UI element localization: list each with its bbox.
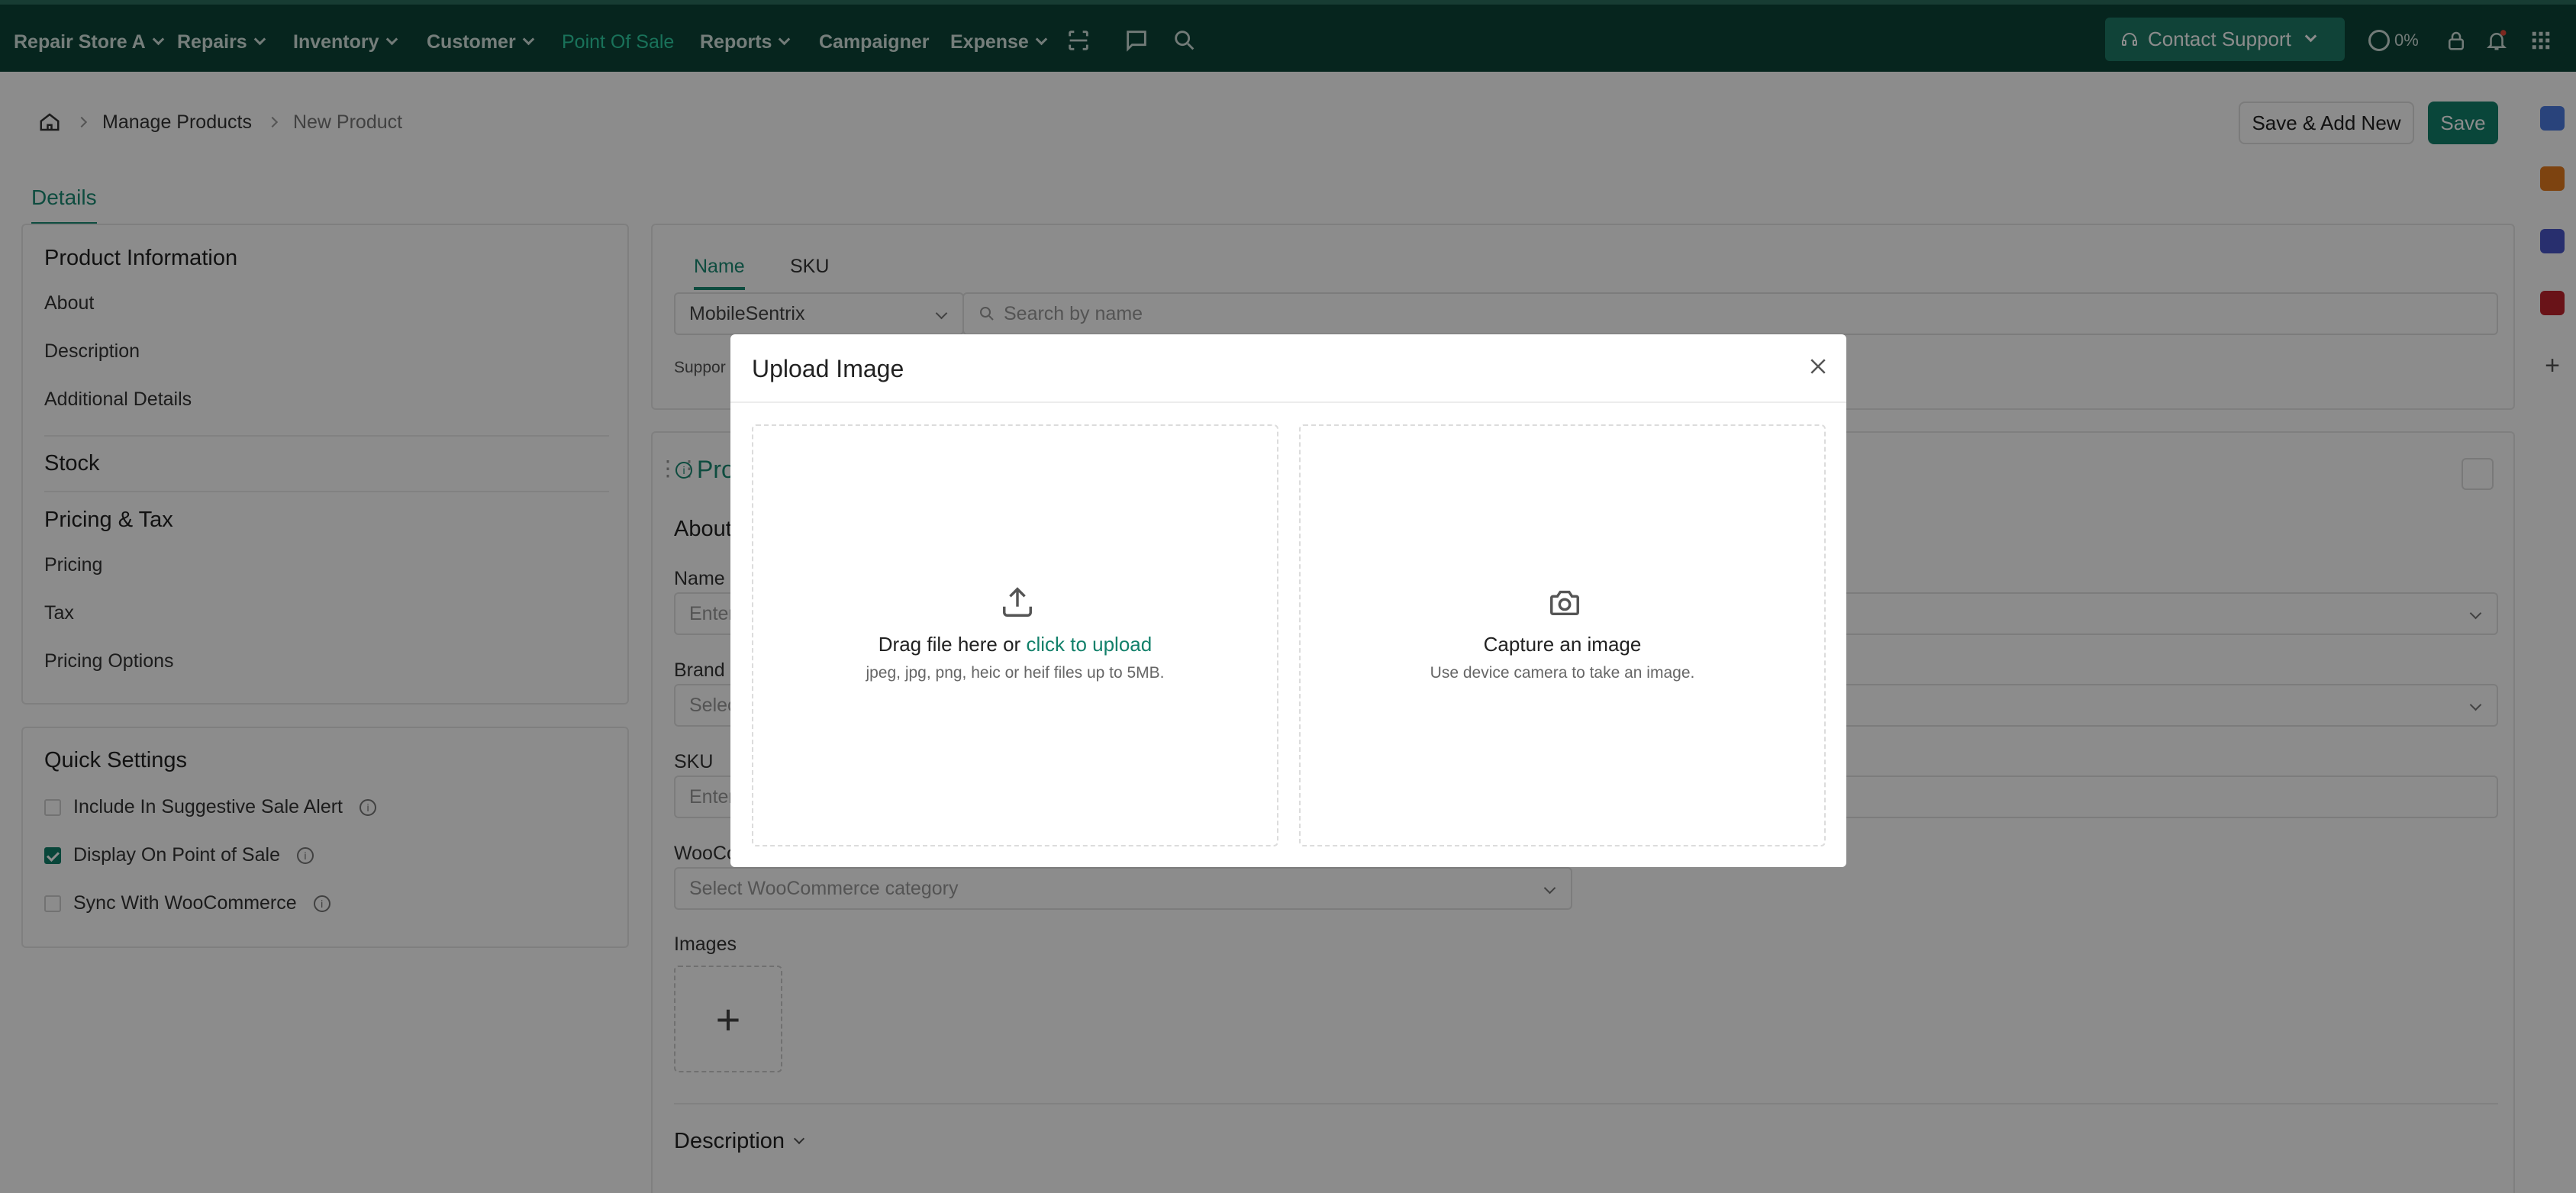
divider [730,401,1846,403]
capture-hint: Use device camera to take an image. [1430,664,1695,682]
upload-image-dialog: Upload Image Drag file here or click to … [730,334,1846,867]
upload-file-hint: jpeg, jpg, png, heic or heif files up to… [866,664,1165,682]
capture-image-area[interactable]: Capture an image Use device camera to ta… [1299,424,1826,846]
click-to-upload-link[interactable]: click to upload [1026,633,1152,656]
dialog-title: Upload Image [752,355,904,382]
close-icon[interactable] [1807,355,1830,378]
upload-text: Drag file here or [878,633,1021,656]
modal-backdrop-top [0,0,2576,72]
capture-title: Capture an image [1483,633,1642,656]
upload-icon [1003,587,1032,617]
upload-dropzone[interactable]: Drag file here or click to upload jpeg, … [752,424,1278,846]
camera-icon [1550,590,1579,616]
upload-instructions: Drag file here or click to upload [753,633,1277,656]
